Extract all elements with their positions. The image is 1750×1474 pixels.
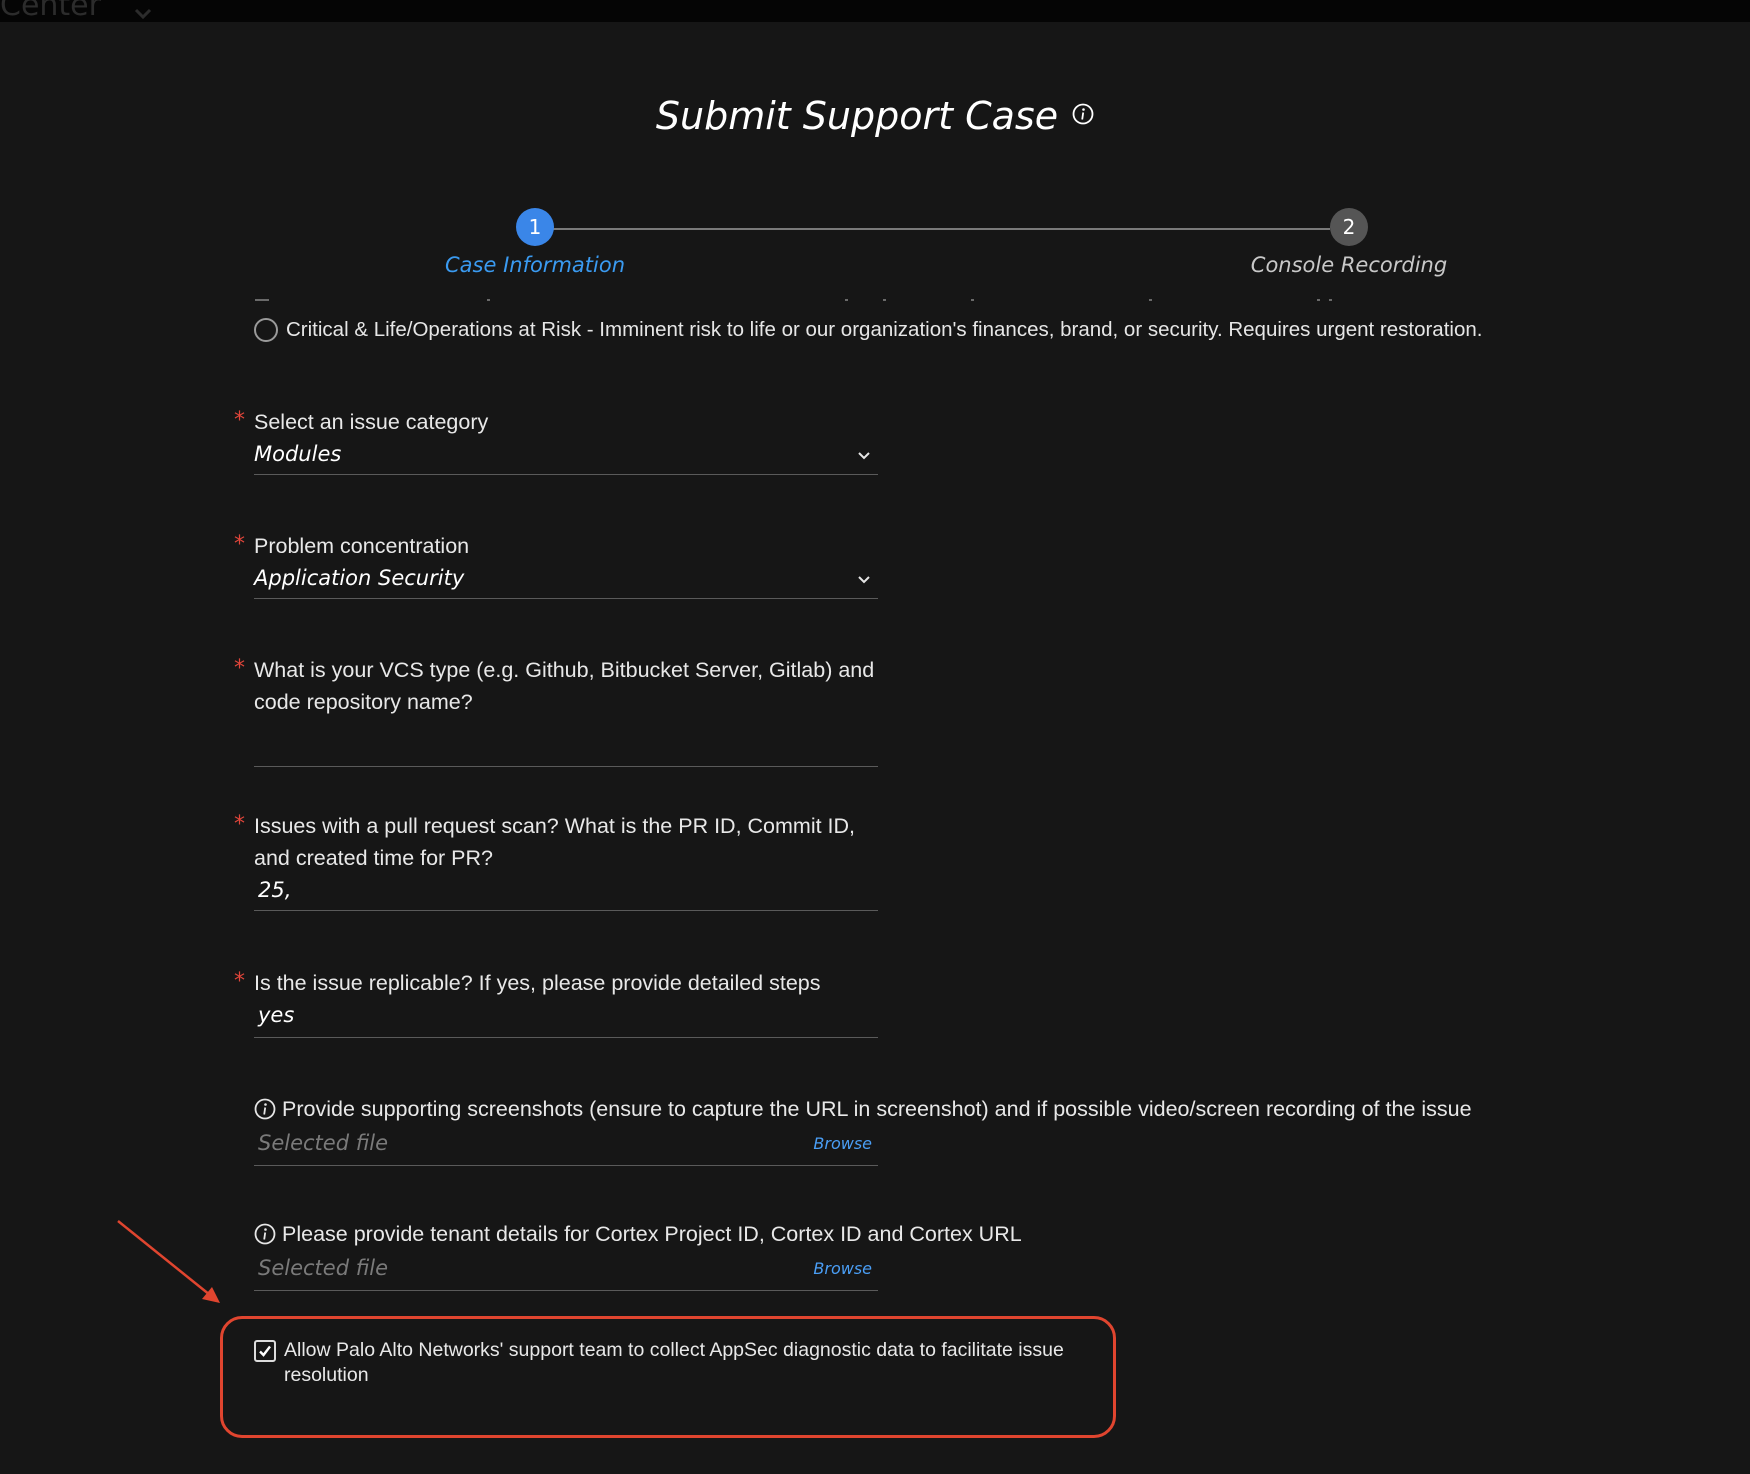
- screenshots-upload-label-row: Provide supporting screenshots (ensure t…: [254, 1093, 1472, 1125]
- replicable-input[interactable]: yes: [254, 999, 878, 1038]
- topbar-label[interactable]: Center: [0, 0, 101, 21]
- required-marker: *: [234, 969, 245, 994]
- tenant-upload: Please provide tenant details for Cortex…: [254, 1218, 1022, 1291]
- chevron-down-icon[interactable]: [856, 574, 872, 586]
- tenant-file-input[interactable]: Selected file Browse: [254, 1250, 878, 1291]
- info-icon[interactable]: [254, 1223, 276, 1245]
- required-marker: *: [234, 408, 245, 433]
- severity-option-label: Critical & Life/Operations at Risk - Imm…: [286, 318, 1483, 341]
- step-2-indicator[interactable]: 2: [1330, 208, 1368, 246]
- required-marker: *: [234, 532, 245, 557]
- replicable-label: Is the issue replicable? If yes, please …: [254, 971, 821, 995]
- vcs-type-label: What is your VCS type (e.g. Github, Bitb…: [254, 658, 875, 714]
- screenshots-upload-label: Provide supporting screenshots (ensure t…: [282, 1097, 1472, 1121]
- scrolled-content-remnant: [255, 299, 1332, 301]
- issue-category-value: Modules: [254, 442, 342, 466]
- consent-checkbox[interactable]: [254, 1340, 276, 1362]
- required-marker: *: [234, 656, 245, 681]
- info-icon[interactable]: [254, 1098, 276, 1120]
- problem-concentration-label: Problem concentration: [254, 534, 470, 558]
- stepper-connector: [552, 228, 1330, 230]
- problem-concentration-value: Application Security: [254, 566, 465, 590]
- screenshots-file-input[interactable]: Selected file Browse: [254, 1125, 878, 1166]
- pr-scan-label: Issues with a pull request scan? What is…: [254, 814, 856, 870]
- checkmark-icon: [259, 1345, 271, 1357]
- step-2-label[interactable]: Console Recording: [1199, 251, 1499, 279]
- chevron-down-icon[interactable]: [133, 6, 153, 22]
- top-bar: Center: [0, 0, 1750, 22]
- page-title: Submit Support Case: [0, 92, 1750, 140]
- chevron-down-icon[interactable]: [856, 450, 872, 462]
- info-icon[interactable]: [1072, 103, 1094, 125]
- severity-radio[interactable]: [254, 318, 278, 342]
- step-1-indicator[interactable]: 1: [516, 208, 554, 246]
- step-1-label[interactable]: Case Information: [385, 251, 685, 279]
- selected-file-placeholder: Selected file: [258, 1256, 389, 1280]
- issue-category-select[interactable]: Modules: [254, 438, 878, 475]
- page-title-text: Submit Support Case: [655, 94, 1059, 138]
- required-marker: *: [234, 812, 245, 837]
- vcs-type-field: * What is your VCS type (e.g. Github, Bi…: [234, 654, 878, 767]
- browse-button[interactable]: Browse: [813, 1259, 872, 1278]
- pr-scan-input[interactable]: 25,: [254, 874, 878, 911]
- issue-category-label: Select an issue category: [254, 410, 489, 434]
- screenshots-upload: Provide supporting screenshots (ensure t…: [254, 1093, 1472, 1166]
- consent-label[interactable]: Allow Palo Alto Networks' support team t…: [284, 1338, 1084, 1388]
- vcs-type-input[interactable]: [254, 718, 878, 767]
- pr-scan-field: * Issues with a pull request scan? What …: [234, 810, 878, 911]
- browse-button[interactable]: Browse: [813, 1134, 872, 1153]
- problem-concentration-select[interactable]: Application Security: [254, 562, 878, 599]
- tenant-upload-label: Please provide tenant details for Cortex…: [282, 1222, 1022, 1246]
- selected-file-placeholder: Selected file: [258, 1131, 389, 1155]
- issue-category-field: * Select an issue category Modules: [234, 406, 878, 475]
- annotation-arrow: [117, 1220, 220, 1303]
- severity-option-critical[interactable]: Critical & Life/Operations at Risk - Imm…: [254, 318, 1482, 342]
- tenant-upload-label-row: Please provide tenant details for Cortex…: [254, 1218, 1022, 1250]
- replicable-field: * Is the issue replicable? If yes, pleas…: [234, 967, 878, 1038]
- problem-concentration-field: * Problem concentration Application Secu…: [234, 530, 878, 599]
